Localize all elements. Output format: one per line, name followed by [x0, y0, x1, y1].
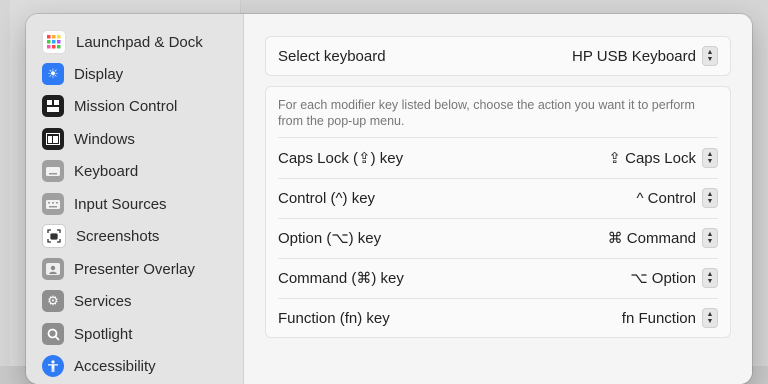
windows-icon	[42, 128, 64, 150]
chevron-up-down-icon: ▲ ▼	[702, 308, 718, 328]
input-sources-icon	[42, 193, 64, 215]
sidebar-item-label: Presenter Overlay	[74, 260, 195, 278]
services-icon: ⚙	[42, 290, 64, 312]
chevron-up-down-icon: ▲ ▼	[702, 46, 718, 66]
sidebar: Launchpad & Dock ☀ Display Mission Contr…	[26, 14, 244, 384]
function-popup[interactable]: fn Function ▲ ▼	[622, 308, 718, 328]
modifier-description: For each modifier key listed below, choo…	[278, 98, 695, 128]
sidebar-item-label: Spotlight	[74, 325, 133, 343]
sidebar-item-label: Accessibility	[74, 357, 156, 375]
function-label: Function (fn) key	[278, 309, 390, 327]
sidebar-item-label: Services	[74, 292, 132, 310]
chevron-up-down-icon: ▲ ▼	[702, 148, 718, 168]
chevron-up-down-icon: ▲ ▼	[702, 268, 718, 288]
function-row: Function (fn) key fn Function ▲ ▼	[266, 298, 730, 338]
control-label: Control (^) key	[278, 189, 376, 207]
caps-lock-label: Caps Lock (⇪) key	[278, 150, 404, 167]
sidebar-item-spotlight[interactable]: Spotlight	[42, 321, 232, 347]
select-keyboard-value: HP USB Keyboard	[572, 47, 696, 65]
caps-lock-row: Caps Lock (⇪) key ⇪ Caps Lock ▲ ▼	[266, 138, 730, 178]
modifier-keys-panel: Select keyboard HP USB Keyboard ▲ ▼ For e…	[244, 14, 752, 384]
control-value: ^ Control	[636, 189, 696, 207]
sidebar-item-label: Keyboard	[74, 162, 139, 180]
sidebar-item-screenshots[interactable]: Screenshots	[42, 223, 232, 249]
option-row: Option (⌥) key ⌘ Command ▲ ▼	[266, 218, 730, 258]
presenter-overlay-icon	[42, 258, 64, 280]
caps-lock-value: ⇪ Caps Lock	[608, 150, 696, 167]
accessibility-icon	[42, 355, 64, 377]
sidebar-item-display[interactable]: ☀ Display	[42, 61, 232, 87]
keyboard-modifier-sheet: Launchpad & Dock ☀ Display Mission Contr…	[26, 14, 752, 384]
sidebar-item-presenter-overlay[interactable]: Presenter Overlay	[42, 256, 232, 282]
sidebar-item-label: Mission Control	[74, 97, 178, 115]
option-popup[interactable]: ⌘ Command ▲ ▼	[608, 228, 718, 248]
sidebar-item-services[interactable]: ⚙ Services	[42, 288, 232, 314]
sidebar-item-label: Launchpad & Dock	[76, 33, 203, 51]
select-keyboard-popup[interactable]: HP USB Keyboard ▲ ▼	[572, 46, 718, 66]
command-label: Command (⌘) key	[278, 270, 404, 287]
keyboard-icon	[42, 160, 64, 182]
select-keyboard-row: Select keyboard HP USB Keyboard ▲ ▼	[266, 36, 730, 76]
modifier-keys-card: For each modifier key listed below, choo…	[265, 86, 731, 338]
option-value: ⌘ Command	[607, 230, 696, 247]
select-keyboard-card: Select keyboard HP USB Keyboard ▲ ▼	[265, 36, 731, 76]
sidebar-item-accessibility[interactable]: Accessibility	[42, 353, 232, 379]
option-label: Option (⌥) key	[278, 230, 382, 247]
command-popup[interactable]: ⌥ Option ▲ ▼	[630, 268, 718, 288]
function-value: fn Function	[621, 309, 696, 327]
sidebar-item-launchpad-dock[interactable]: Launchpad & Dock	[42, 29, 232, 55]
spotlight-icon	[42, 323, 64, 345]
chevron-up-down-icon: ▲ ▼	[702, 228, 718, 248]
display-icon: ☀	[42, 63, 64, 85]
sidebar-item-label: Display	[74, 65, 124, 83]
command-row: Command (⌘) key ⌥ Option ▲ ▼	[266, 258, 730, 298]
chevron-up-down-icon: ▲ ▼	[702, 188, 718, 208]
sidebar-item-keyboard[interactable]: Keyboard	[42, 158, 232, 184]
sidebar-item-label: Screenshots	[76, 227, 160, 245]
sidebar-item-label: Input Sources	[74, 195, 167, 213]
caps-lock-popup[interactable]: ⇪ Caps Lock ▲ ▼	[608, 148, 718, 168]
sidebar-item-windows[interactable]: Windows	[42, 126, 232, 152]
sidebar-item-mission-control[interactable]: Mission Control	[42, 93, 232, 119]
launchpad-icon	[42, 30, 66, 54]
sidebar-item-label: Windows	[74, 130, 135, 148]
control-row: Control (^) key ^ Control ▲ ▼	[266, 178, 730, 218]
mission-control-icon	[42, 95, 64, 117]
control-popup[interactable]: ^ Control ▲ ▼	[636, 188, 718, 208]
sidebar-item-input-sources[interactable]: Input Sources	[42, 191, 232, 217]
command-value: ⌥ Option	[630, 270, 696, 287]
screenshots-icon	[42, 224, 66, 248]
select-keyboard-label: Select keyboard	[278, 47, 386, 65]
